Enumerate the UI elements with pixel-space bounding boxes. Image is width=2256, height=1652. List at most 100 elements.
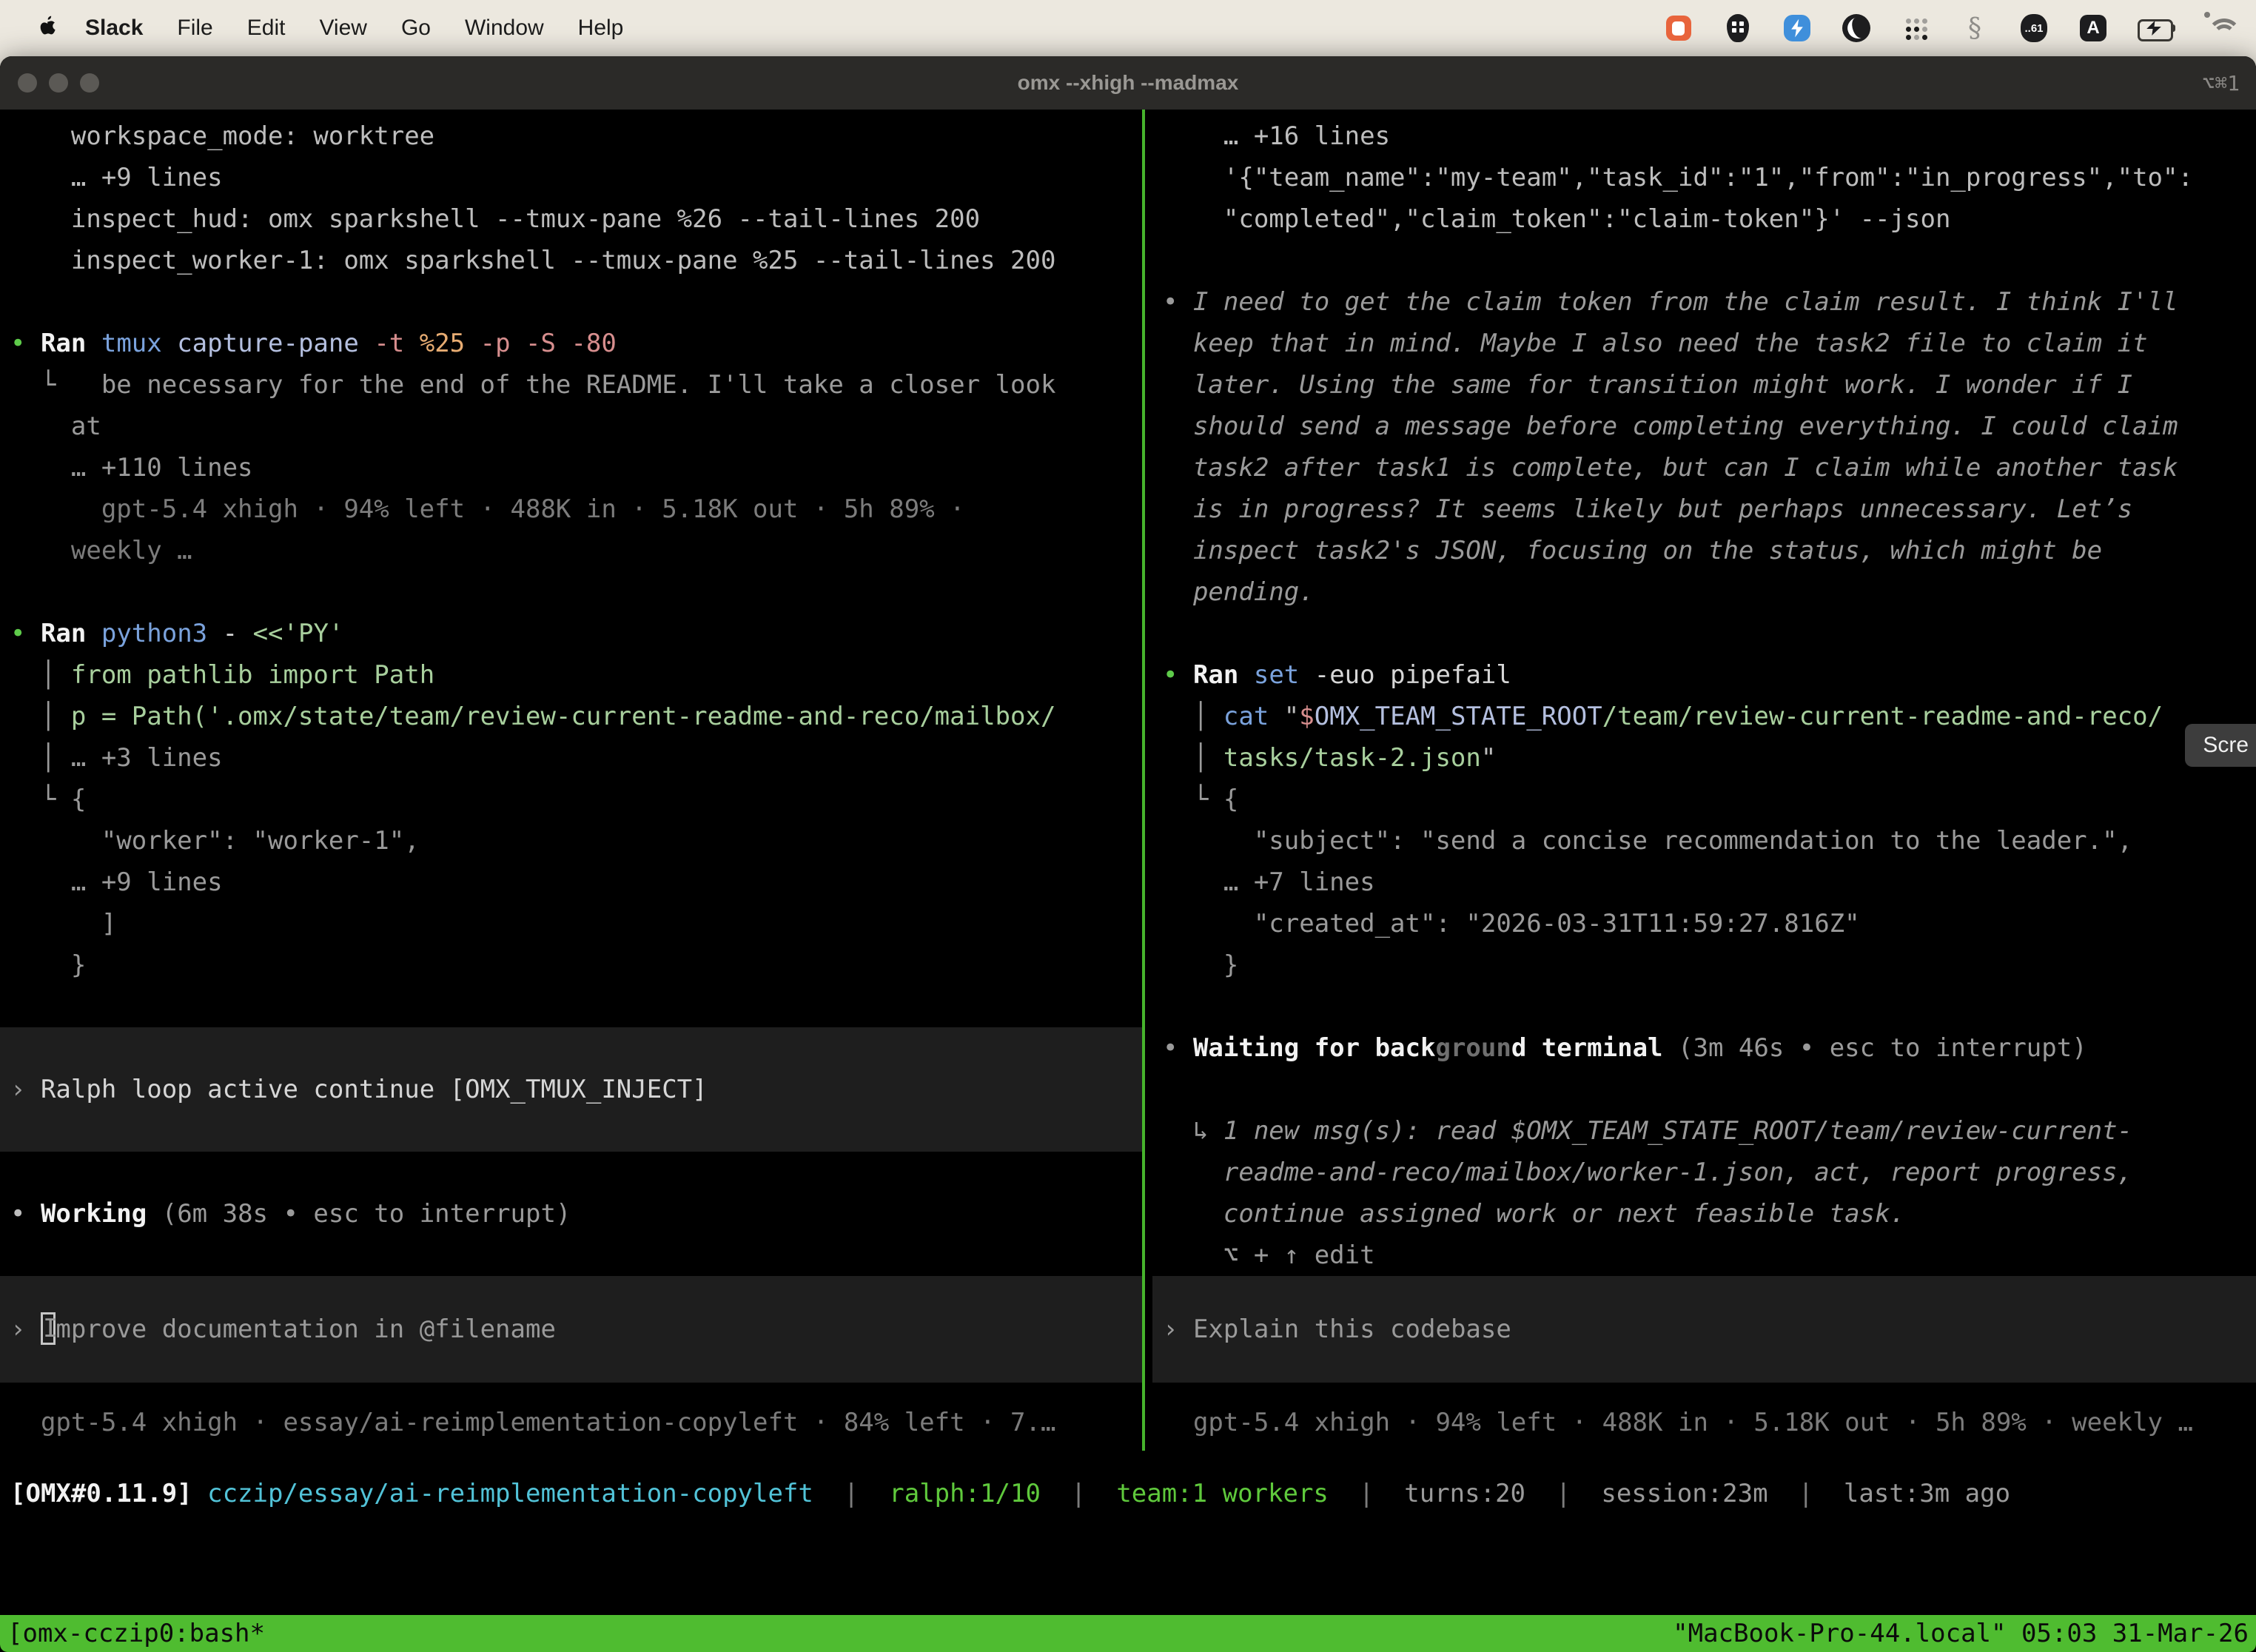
terminal-line: gpt-5.4 xhigh · 94% left · 488K in · 5.1…: [1152, 1402, 2256, 1443]
pane-hud[interactable]: workspace_mode: worktree … +9 lines insp…: [0, 115, 1142, 1454]
window-titlebar: omx --xhigh --madmax ⌥⌘1: [0, 56, 2256, 110]
omx-status-segment: |: [1041, 1479, 1116, 1508]
terminal-line: is in progress? It seems likely but perh…: [1152, 488, 2256, 530]
pane-worker-1[interactable]: … +16 lines '{"team_name":"my-team","tas…: [1152, 115, 2256, 1454]
terminal-text-segment: "created_at": "2026-03-31T11:59:27.816Z": [1163, 909, 1860, 939]
terminal-text-segment: └ {: [10, 785, 86, 814]
zoom-button[interactable]: [80, 73, 99, 93]
terminal-text-segment: •: [10, 329, 41, 358]
privacy-shield-icon[interactable]: [1722, 12, 1754, 44]
terminal-text-segment: ": [1284, 702, 1299, 731]
prompt-input-right[interactable]: › Explain this codebase: [1152, 1276, 2256, 1383]
terminal-text-segment: -t: [374, 329, 419, 358]
terminal-line: [1152, 240, 2256, 281]
terminal-text-segment: -euo pipefail: [1315, 660, 1511, 690]
terminal-text-segment: ": [1481, 743, 1496, 773]
terminal-line: • I need to get the claim token from the…: [1152, 281, 2256, 323]
menu-item-help[interactable]: Help: [561, 16, 641, 41]
dots-grid-icon[interactable]: [1899, 12, 1932, 44]
terminal-text-segment: │: [1163, 702, 1223, 731]
terminal-text-segment: │: [10, 660, 71, 690]
terminal-text-segment: ›: [1163, 1314, 1193, 1344]
terminal-line: [0, 1152, 1142, 1193]
menu-item-slack[interactable]: Slack: [68, 16, 160, 41]
battery-charging-icon[interactable]: [2136, 12, 2178, 44]
omx-status-segment: last:3m ago: [1844, 1479, 2010, 1508]
terminal-text-segment: └ be necessary for the end of the README…: [10, 370, 1055, 400]
omx-status-segment: cczip/essay/ai-reimplementation-copyleft: [207, 1479, 813, 1508]
terminal-line: │ … +3 lines: [0, 737, 1142, 779]
terminal-line: │ from pathlib import Path: [0, 654, 1142, 696]
lightning-badge-icon[interactable]: [1781, 12, 1813, 44]
terminal-text-segment: at: [10, 412, 101, 441]
terminal-text-segment: inspect_worker-1: omx sparkshell --tmux-…: [10, 246, 1055, 275]
terminal-text-segment: ›: [10, 1075, 41, 1104]
terminal-line: … +9 lines: [0, 157, 1142, 198]
ralph-loop-banner-text: › Ralph loop active continue [OMX_TMUX_I…: [0, 1069, 708, 1110]
terminal-text-segment: └ {: [1163, 785, 1238, 814]
terminal-text-segment: task2 after task1 is complete, but can I…: [1163, 453, 2178, 483]
menu-item-file[interactable]: File: [160, 16, 229, 41]
menu-item-edit[interactable]: Edit: [230, 16, 303, 41]
close-button[interactable]: [18, 73, 37, 93]
battery-charging-icon-glyph: [2143, 21, 2164, 36]
terminal-line: │ p = Path('.omx/state/team/review-curre…: [0, 696, 1142, 737]
terminal-text-segment: weekly …: [10, 536, 192, 565]
terminal-line: inspect task2's JSON, focusing on the st…: [1152, 530, 2256, 571]
focus-crescent-icon[interactable]: [1840, 12, 1873, 44]
terminal-text-segment: •: [1163, 660, 1193, 690]
terminal-line: ]: [0, 903, 1142, 944]
terminal-text-segment: inspect task2's JSON, focusing on the st…: [1163, 536, 2102, 565]
terminal-text-segment: (6m 38s • esc to interrupt): [162, 1199, 571, 1229]
terminal-line: "created_at": "2026-03-31T11:59:27.816Z": [1152, 903, 2256, 944]
terminal-text-segment: … +9 lines: [10, 163, 223, 192]
menu-item-window[interactable]: Window: [448, 16, 561, 41]
terminal-text-segment: │ … +3 lines: [10, 743, 223, 773]
terminal-line: [1152, 986, 2256, 1027]
terminal-text-segment: is in progress? It seems likely but perh…: [1163, 494, 2132, 524]
omx-status-segment: |: [813, 1479, 889, 1508]
apple-menu-icon[interactable]: [37, 16, 58, 41]
chat-bubble-icon[interactable]: [1662, 12, 1695, 44]
pane-divider[interactable]: [1142, 110, 1145, 1451]
terminal-text-segment: mprove documentation in @filename: [56, 1314, 556, 1344]
input-source-icon[interactable]: A: [2077, 12, 2109, 44]
tmux-host-clock: "MacBook-Pro-44.local" 05:03 31-Mar-26: [1673, 1619, 2249, 1648]
terminal-text-segment: '{"team_name":"my-team","task_id":"1","f…: [1163, 163, 2193, 192]
terminal-line: later. Using the same for transition mig…: [1152, 364, 2256, 406]
terminal-text-segment: "completed","claim_token":"claim-token"}…: [1163, 204, 1950, 234]
terminal-line: pending.: [1152, 571, 2256, 613]
menu-item-view[interactable]: View: [302, 16, 383, 41]
terminal-line: • Ran tmux capture-pane -t %25 -p -S -80: [0, 323, 1142, 364]
terminal-line: inspect_worker-1: omx sparkshell --tmux-…: [0, 240, 1142, 281]
menu-item-go[interactable]: Go: [384, 16, 448, 41]
terminal-line: "subject": "send a concise recommendatio…: [1152, 820, 2256, 862]
terminal-text-segment: OMX_TEAM_STATE_ROOT: [1315, 702, 1602, 731]
terminal-text-segment: Ran: [41, 619, 101, 648]
prompt-input-left[interactable]: › Improve documentation in @filename: [0, 1276, 1142, 1383]
terminal-text-segment: groun: [1435, 1033, 1511, 1063]
minimize-button[interactable]: [49, 73, 68, 93]
spacer: [1152, 1383, 2256, 1402]
menubar-status-icons: § ..61 A: [1662, 12, 2237, 44]
wifi-icon[interactable]: [2204, 12, 2237, 44]
terminal-line: │ cat "$OMX_TEAM_STATE_ROOT/team/review-…: [1152, 696, 2256, 737]
terminal-line: … +16 lines: [1152, 115, 2256, 157]
terminal-text-segment: tasks/task-2.json: [1223, 743, 1481, 773]
terminal-text-segment: readme-and-reco/mailbox/worker-1.json, a…: [1163, 1158, 2132, 1187]
terminal-text-segment: gpt-5.4 xhigh · 94% left · 488K in · 5.1…: [10, 494, 965, 524]
omx-status-segment: [OMX#0.11.9]: [10, 1479, 207, 1508]
terminal-text-segment: capture-pane: [177, 329, 374, 358]
terminal-content: workspace_mode: worktree … +9 lines insp…: [0, 110, 2256, 1652]
terminal-text-segment: … +110 lines: [10, 453, 253, 483]
badge-61-icon[interactable]: ..61: [2018, 12, 2050, 44]
terminal-line: task2 after task1 is complete, but can I…: [1152, 447, 2256, 488]
terminal-line: continue assigned work or next feasible …: [1152, 1193, 2256, 1235]
terminal-line: └ be necessary for the end of the README…: [0, 364, 1142, 406]
squiggle-icon[interactable]: §: [1958, 12, 1991, 44]
terminal-text-segment: }: [1163, 950, 1238, 980]
terminal-text-segment: set: [1254, 660, 1315, 690]
terminal-text-segment: Ran: [41, 329, 101, 358]
terminal-text-segment: from pathlib import Path: [71, 660, 434, 690]
terminal-line: … +7 lines: [1152, 862, 2256, 903]
